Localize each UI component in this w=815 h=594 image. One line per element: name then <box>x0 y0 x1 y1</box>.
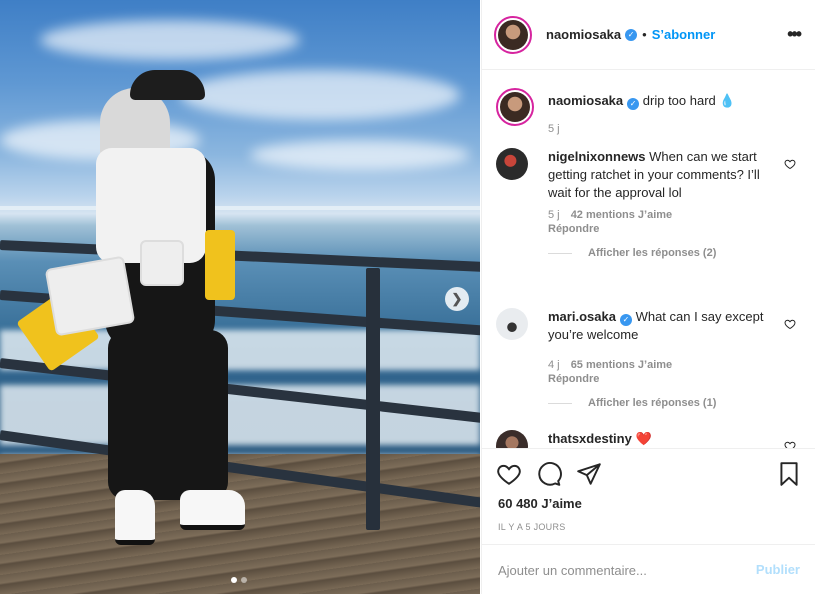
cloud <box>40 20 300 60</box>
comment-time[interactable]: 5 j <box>548 209 560 221</box>
avatar[interactable] <box>496 430 528 448</box>
like-icon[interactable] <box>496 461 522 487</box>
view-replies-label: Afficher les réponses (2) <box>588 247 717 259</box>
heart-emoji: ❤️ <box>635 431 652 446</box>
comment-time[interactable]: 4 j <box>548 359 560 371</box>
comment-input[interactable] <box>498 559 728 581</box>
waist-bag <box>140 240 184 286</box>
carousel-dots <box>231 577 247 583</box>
heart-icon[interactable] <box>784 440 796 448</box>
action-bar <box>496 461 802 487</box>
sneaker <box>115 490 155 545</box>
heart-icon[interactable] <box>784 318 796 330</box>
person-cap <box>130 70 205 100</box>
comment-icon[interactable] <box>536 461 562 487</box>
comment-username[interactable]: nigelnixonnews <box>548 149 646 164</box>
avatar[interactable] <box>496 308 528 340</box>
comment-username[interactable]: mari.osaka <box>548 309 616 324</box>
view-replies-label: Afficher les réponses (1) <box>588 397 717 409</box>
likes-count[interactable]: 60 480 J’aime <box>498 496 582 511</box>
avatar[interactable] <box>496 148 528 180</box>
carousel-dot <box>241 577 247 583</box>
cloud <box>180 70 460 120</box>
publish-button[interactable]: Publier <box>756 562 800 577</box>
next-slide-button[interactable]: ❯ <box>445 287 469 311</box>
cloud <box>250 140 470 170</box>
verified-icon: ✓ <box>625 28 638 41</box>
carousel-dot <box>231 577 237 583</box>
view-replies-button[interactable]: Afficher les réponses (1) <box>548 394 780 412</box>
shoulder-bag <box>44 255 136 337</box>
post-side-panel: naomiosaka ✓ • S’abonner ••• naomiosaka ✓… <box>481 0 815 594</box>
divider <box>548 252 572 254</box>
comment-likes[interactable]: 65 mentions J’aime <box>571 359 673 371</box>
bookmark-icon[interactable] <box>776 461 802 487</box>
divider <box>548 402 572 404</box>
chevron-right-icon: ❯ <box>451 291 463 306</box>
comments-list[interactable]: naomiosaka ✓ drip too hard 💧 5 j nigelnix… <box>482 70 815 448</box>
share-icon[interactable] <box>576 461 602 487</box>
person-legs <box>108 330 228 500</box>
post-header: naomiosaka ✓ • S’abonner ••• <box>482 0 815 70</box>
caption-text: drip too hard <box>642 93 716 108</box>
separator: • <box>642 27 647 42</box>
avatar[interactable] <box>494 15 532 54</box>
header-username[interactable]: naomiosaka <box>546 27 621 42</box>
add-comment-bar: Publier <box>482 544 815 594</box>
reply-button[interactable]: Répondre <box>548 372 780 386</box>
view-replies-button[interactable]: Afficher les réponses (2) <box>548 244 780 262</box>
comment-likes[interactable]: 42 mentions J’aime <box>571 209 673 221</box>
post-timestamp: IL Y A 5 JOURS <box>498 522 566 532</box>
post-photo[interactable]: ❯ <box>0 0 480 594</box>
avatar[interactable] <box>496 88 534 126</box>
railing-post <box>366 268 380 530</box>
sneaker <box>180 490 245 530</box>
verified-icon: ✓ <box>619 314 632 326</box>
caption-time[interactable]: 5 j <box>548 123 560 135</box>
caption-username[interactable]: naomiosaka <box>548 93 623 108</box>
comment-username[interactable]: thatsxdestiny <box>548 431 632 446</box>
post-actions: 60 480 J’aime IL Y A 5 JOURS <box>482 448 815 544</box>
droplet-emoji: 💧 <box>719 93 736 108</box>
horizon <box>0 206 480 210</box>
verified-icon: ✓ <box>627 98 640 110</box>
heart-icon[interactable] <box>784 158 796 170</box>
reply-button[interactable]: Répondre <box>548 222 780 236</box>
follow-button[interactable]: S’abonner <box>652 27 716 42</box>
jacket-sleeve <box>205 230 235 300</box>
more-options-icon[interactable]: ••• <box>787 24 802 45</box>
